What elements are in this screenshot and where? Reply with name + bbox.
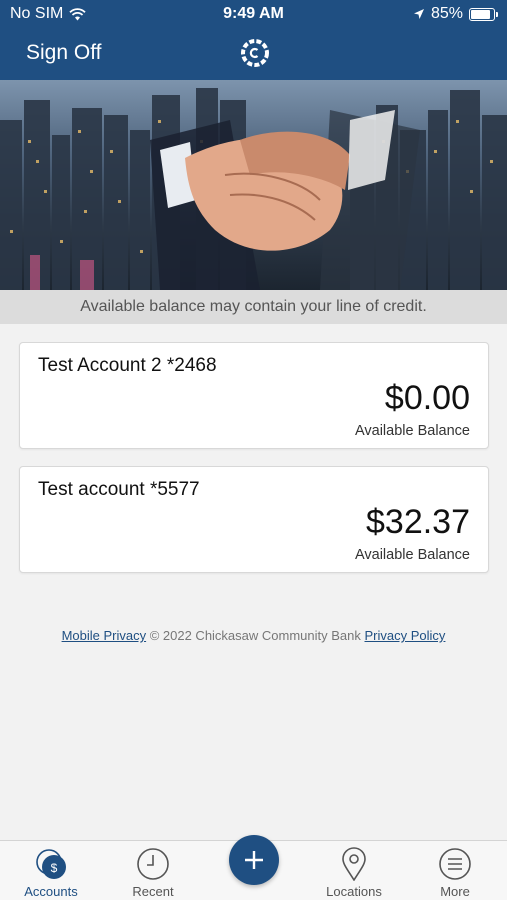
tab-accounts[interactable]: $ Accounts — [1, 841, 101, 900]
battery-icon — [469, 7, 498, 21]
sign-off-button[interactable]: Sign Off — [26, 41, 102, 65]
svg-text:$: $ — [51, 861, 58, 875]
top-bar: No SIM 9:49 AM 85% Sign Off — [0, 0, 507, 80]
bank-logo-icon — [241, 39, 269, 67]
account-card[interactable]: Test account *5577 $32.37 Available Bala… — [19, 466, 489, 573]
battery-percent: 85% — [430, 5, 463, 22]
footer: Mobile Privacy © 2022 Chickasaw Communit… — [0, 628, 507, 643]
hero-banner-image — [0, 80, 507, 290]
location-arrow-icon — [413, 9, 424, 19]
tab-label: Accounts — [24, 884, 78, 899]
clock-icon — [137, 848, 169, 880]
tab-more[interactable]: More — [405, 841, 505, 900]
tab-label: More — [440, 884, 470, 899]
tab-recent[interactable]: Recent — [103, 841, 203, 900]
accounts-icon: $ — [36, 849, 66, 879]
account-name: Test Account 2 *2468 — [38, 355, 217, 376]
privacy-policy-link[interactable]: Privacy Policy — [365, 628, 446, 643]
add-button[interactable] — [229, 835, 279, 885]
battery-fill — [471, 9, 490, 19]
account-name: Test account *5577 — [38, 479, 200, 500]
status-bar: No SIM 9:49 AM 85% — [0, 0, 507, 30]
account-balance-label: Available Balance — [354, 547, 470, 563]
tab-locations[interactable]: Locations — [304, 841, 404, 900]
location-pin-icon — [342, 847, 366, 881]
tab-label: Recent — [132, 884, 174, 899]
mobile-privacy-link[interactable]: Mobile Privacy — [62, 628, 147, 643]
tab-label: Locations — [326, 884, 382, 899]
plus-icon — [245, 851, 263, 869]
account-balance-label: Available Balance — [354, 423, 470, 439]
status-right: 85% — [413, 5, 498, 23]
account-balance: $0.00 — [384, 379, 470, 417]
account-card[interactable]: Test Account 2 *2468 $0.00 Available Bal… — [19, 342, 489, 449]
menu-icon — [439, 848, 471, 880]
credit-notice: Available balance may contain your line … — [0, 290, 507, 324]
copyright-text: © 2022 Chickasaw Community Bank — [146, 628, 365, 643]
account-balance: $32.37 — [366, 503, 470, 541]
